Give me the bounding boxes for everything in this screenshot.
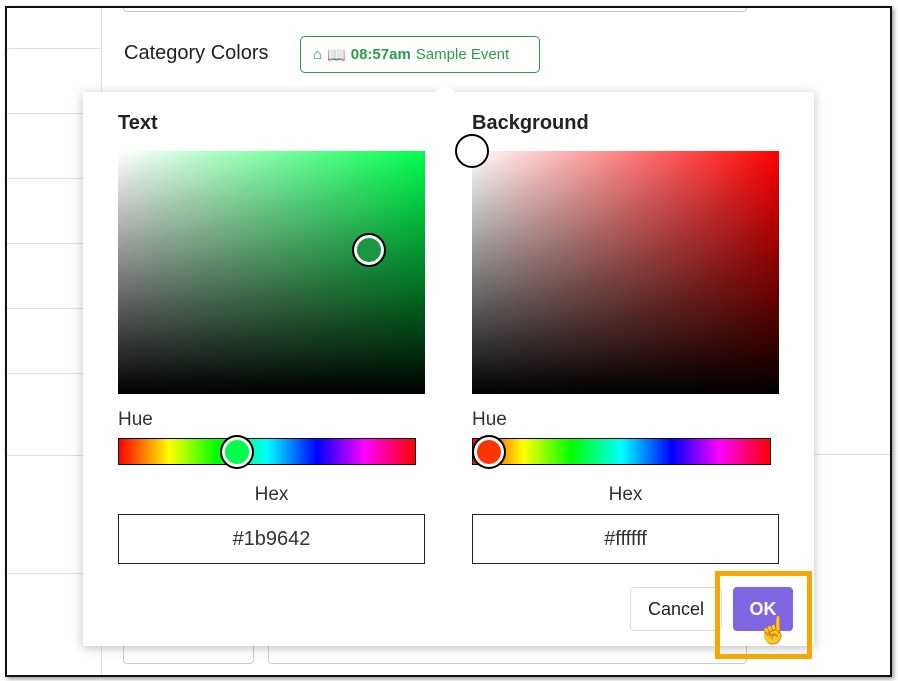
color-picker-popup: Text Hue Hex Background Hue Hex Cancel O… (83, 82, 814, 659)
hue-thumb[interactable] (220, 435, 254, 469)
event-preview-chip[interactable]: ⌂ 📖 08:57am Sample Event (300, 36, 540, 73)
sv-handle[interactable] (455, 134, 489, 168)
hue-label: Hue (472, 409, 507, 430)
saturation-value-area[interactable] (118, 151, 425, 394)
top-input[interactable] (123, 8, 747, 12)
hue-thumb[interactable] (472, 435, 506, 469)
sv-handle[interactable] (352, 233, 386, 267)
background-hex-input[interactable] (472, 514, 779, 564)
hex-label: Hex (608, 484, 643, 505)
event-title: Sample Event (415, 46, 510, 63)
cancel-button[interactable]: Cancel (630, 587, 722, 631)
divider (812, 454, 890, 455)
text-title: Text (118, 112, 158, 134)
background-title: Background (472, 112, 589, 134)
popup-arrow (435, 82, 455, 102)
hex-label: Hex (254, 484, 289, 505)
saturation-value-area[interactable] (455, 134, 779, 394)
divider (7, 48, 101, 49)
category-colors-label: Category Colors (124, 42, 269, 64)
hue-slider[interactable] (118, 435, 416, 469)
book-icon: 📖 (327, 46, 346, 64)
app-window: Category Colors ⌂ 📖 08:57am Sample Event… (5, 6, 892, 677)
home-icon: ⌂ (313, 46, 323, 63)
hue-label: Hue (118, 409, 153, 430)
hue-slider[interactable] (472, 435, 771, 469)
event-time: 08:57am (350, 46, 411, 63)
text-hex-input[interactable] (118, 514, 425, 564)
hand-cursor-icon: ☝ (757, 615, 790, 645)
